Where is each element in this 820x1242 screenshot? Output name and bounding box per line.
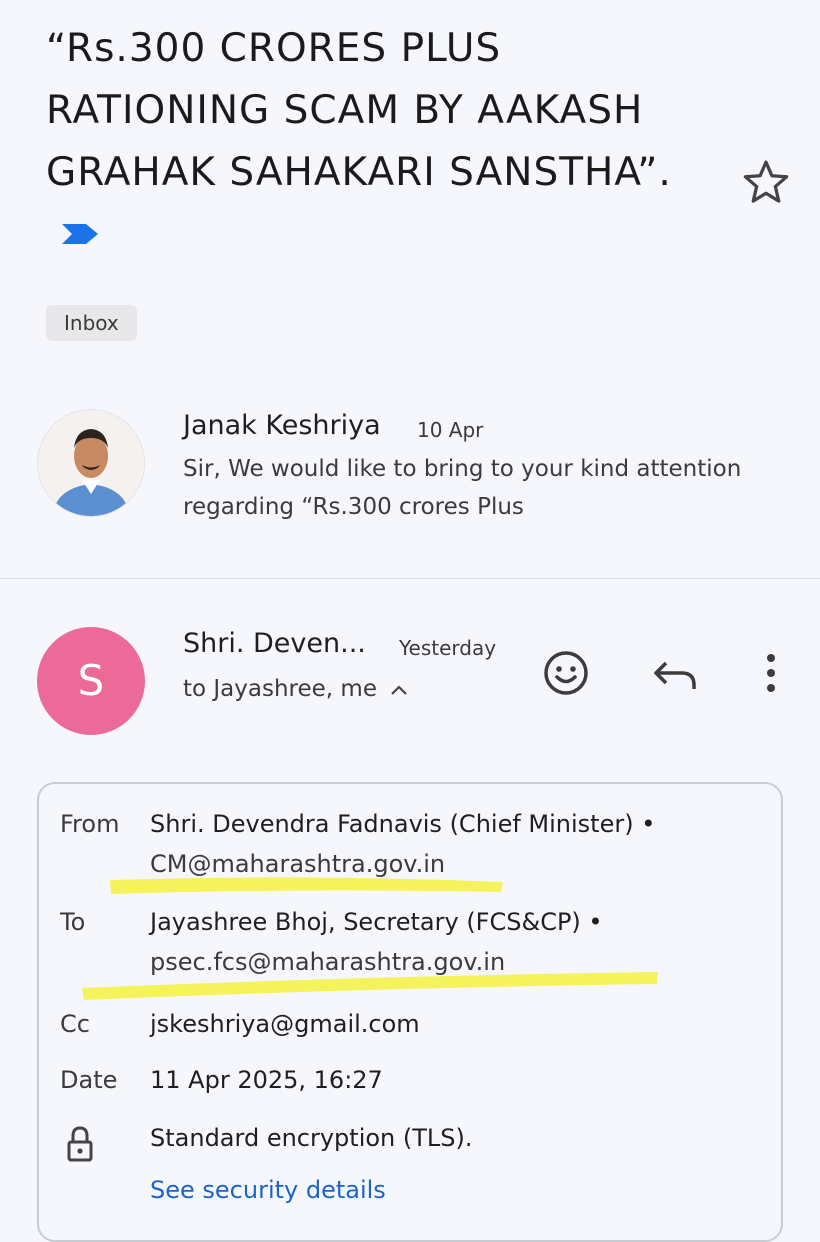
recipients-toggle[interactable]: to Jayashree, me [183, 676, 409, 702]
previous-sender-name: Janak Keshriya [183, 410, 381, 441]
message-divider [0, 578, 820, 579]
sender-avatar[interactable]: S [37, 627, 145, 735]
reply-icon[interactable] [648, 645, 704, 701]
previous-message-date: 10 Apr [417, 418, 484, 442]
from-label: From [60, 810, 120, 838]
chevron-up-icon[interactable] [389, 683, 409, 697]
avatar[interactable] [37, 409, 145, 517]
date-value: 11 Apr 2025, 16:27 [150, 1066, 383, 1094]
more-vert-icon[interactable] [743, 645, 799, 701]
lock-icon [67, 1126, 93, 1162]
important-marker-icon[interactable] [60, 222, 100, 246]
from-name[interactable]: Shri. Devendra Fadnavis (Chief Minister)… [150, 810, 655, 838]
cc-email[interactable]: jskeshriya@gmail.com [150, 1010, 420, 1038]
email-subject: “Rs.300 CRORES PLUS RATIONING SCAM BY AA… [46, 18, 686, 266]
inbox-label-chip[interactable]: Inbox [46, 305, 137, 341]
to-label: To [60, 908, 86, 936]
star-outline-icon[interactable] [740, 156, 792, 208]
subject-text: “Rs.300 CRORES PLUS RATIONING SCAM BY AA… [46, 26, 672, 195]
recipients-text: to Jayashree, me [183, 676, 377, 702]
to-email[interactable]: psec.fcs@maharashtra.gov.in [150, 948, 505, 976]
cc-label: Cc [60, 1010, 90, 1038]
to-name[interactable]: Jayashree Bhoj, Secretary (FCS&CP) • [150, 908, 603, 936]
from-email[interactable]: CM@maharashtra.gov.in [150, 850, 445, 878]
current-sender-name[interactable]: Shri. Deven... [183, 628, 366, 659]
previous-message-snippet[interactable]: Sir, We would like to bring to your kind… [183, 450, 743, 526]
emoji-react-icon[interactable] [538, 645, 594, 701]
security-info: Standard encryption (TLS). [150, 1124, 473, 1152]
date-label: Date [60, 1066, 118, 1094]
person-photo-icon [38, 410, 144, 516]
current-message-date: Yesterday [399, 636, 497, 660]
